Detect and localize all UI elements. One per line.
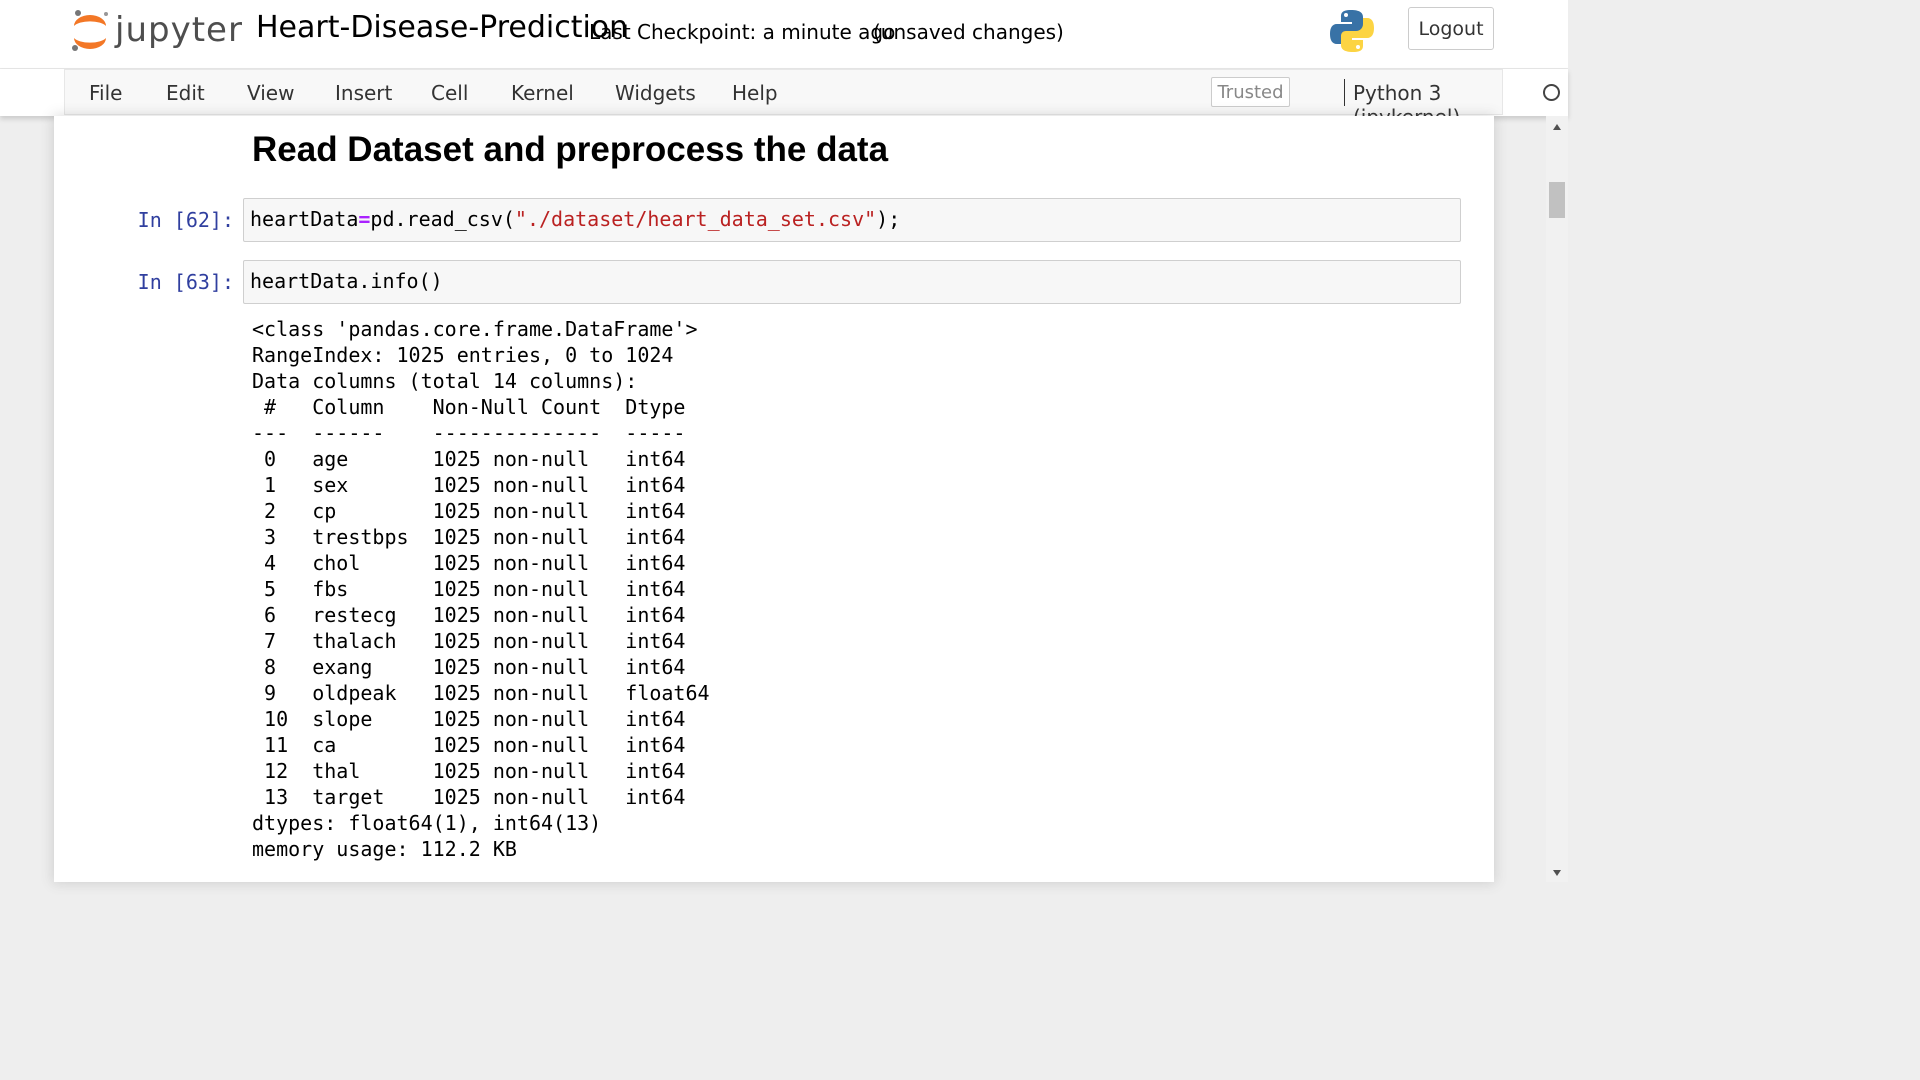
cell-output[interactable]: <class 'pandas.core.frame.DataFrame'> Ra… (252, 316, 710, 862)
output-line: 9 oldpeak 1025 non-null float64 (252, 681, 710, 705)
menu-edit[interactable]: Edit (166, 81, 205, 105)
code-token: heartData.info() (250, 269, 443, 293)
output-line: 11 ca 1025 non-null int64 (252, 733, 710, 757)
notebook-container: Read Dataset and preprocess the data In … (54, 116, 1494, 882)
menu-insert[interactable]: Insert (335, 81, 392, 105)
output-line: 5 fbs 1025 non-null int64 (252, 577, 710, 601)
notebook-name[interactable]: Heart-Disease-Prediction (256, 10, 628, 45)
input-prompt: In [63]: (137, 270, 234, 294)
jupyter-wordmark[interactable]: jupyter (115, 10, 243, 50)
menu-widgets[interactable]: Widgets (615, 81, 696, 105)
output-line: 1 sex 1025 non-null int64 (252, 473, 710, 497)
kernel-idle-icon (1543, 84, 1560, 101)
output-line: 4 chol 1025 non-null int64 (252, 551, 710, 575)
menu-view[interactable]: View (247, 81, 294, 105)
output-line: Data columns (total 14 columns): (252, 369, 638, 393)
trusted-indicator[interactable]: Trusted (1211, 77, 1290, 107)
output-line: dtypes: float64(1), int64(13) (252, 811, 602, 835)
output-line: 7 thalach 1025 non-null int64 (252, 629, 710, 653)
output-line: 0 age 1025 non-null int64 (252, 447, 710, 471)
code-line[interactable]: heartData.info() (250, 269, 443, 293)
output-line: memory usage: 112.2 KB (252, 837, 517, 861)
kernel-separator (1344, 79, 1345, 106)
output-line: RangeIndex: 1025 entries, 0 to 1024 (252, 343, 674, 367)
code-line[interactable]: heartData=pd.read_csv("./dataset/heart_d… (250, 207, 900, 231)
output-line: 8 exang 1025 non-null int64 (252, 655, 710, 679)
code-token-string: "./dataset/heart_data_set.csv" (514, 207, 877, 231)
python-logo-icon (1330, 10, 1374, 52)
code-token: heartData (250, 207, 359, 231)
menubar: File Edit View Insert Cell Kernel Widget… (64, 69, 1560, 129)
output-line: <class 'pandas.core.frame.DataFrame'> (252, 317, 698, 341)
output-line: 3 trestbps 1025 non-null int64 (252, 525, 710, 549)
scroll-up-arrow-icon[interactable] (1553, 124, 1561, 130)
menu-file[interactable]: File (89, 81, 122, 105)
scroll-down-arrow-icon[interactable] (1553, 870, 1561, 876)
output-line: # Column Non-Null Count Dtype (252, 395, 710, 419)
menu-kernel[interactable]: Kernel (511, 81, 574, 105)
code-token-operator: = (358, 207, 371, 231)
output-line: 2 cp 1025 non-null int64 (252, 499, 710, 523)
code-cell-input[interactable]: heartData.info() (243, 260, 1461, 304)
code-cell-input[interactable]: heartData=pd.read_csv("./dataset/heart_d… (243, 198, 1461, 242)
code-token: ); (876, 207, 901, 231)
menu-help[interactable]: Help (732, 81, 778, 105)
vertical-scrollbar[interactable] (1546, 116, 1568, 882)
logout-button[interactable]: Logout (1408, 7, 1494, 50)
scrollbar-thumb[interactable] (1549, 182, 1565, 218)
output-line: --- ------ -------------- ----- (252, 421, 710, 445)
code-token: pd.read_csv( (370, 207, 515, 231)
output-line: 6 restecg 1025 non-null int64 (252, 603, 710, 627)
input-prompt: In [62]: (137, 208, 234, 232)
checkpoint-status: Last Checkpoint: a minute ago (589, 20, 896, 44)
menu-cell[interactable]: Cell (431, 81, 468, 105)
header: jupyter Heart-Disease-Prediction Last Ch… (0, 0, 1568, 69)
output-line: 13 target 1025 non-null int64 (252, 785, 710, 809)
markdown-heading[interactable]: Read Dataset and preprocess the data (252, 130, 888, 170)
output-line: 10 slope 1025 non-null int64 (252, 707, 710, 731)
autosave-status: (unsaved changes) (873, 20, 1064, 44)
menubar-container: File Edit View Insert Cell Kernel Widget… (0, 69, 1568, 129)
output-line: 12 thal 1025 non-null int64 (252, 759, 710, 783)
